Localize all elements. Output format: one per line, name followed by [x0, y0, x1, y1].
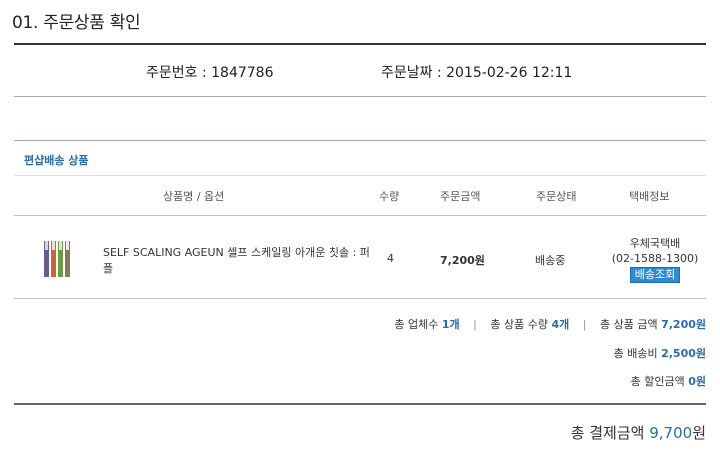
title-divider: [14, 43, 706, 45]
grand-total-unit: 원: [692, 424, 706, 442]
order-date: 주문날짜 : 2015-02-26 12:11: [381, 65, 573, 81]
product-thumbnail[interactable]: [43, 238, 73, 278]
shipping-group-header: 편샵배송 상품: [14, 141, 706, 175]
discount-label: 총 할인금액: [630, 375, 689, 388]
track-delivery-button[interactable]: 배송조회: [629, 267, 681, 283]
shipping-fee-label: 총 배송비: [613, 347, 662, 360]
shipping-fee-value: 2,500원: [661, 347, 706, 360]
total-amount-label: 총 상품 금액: [599, 318, 662, 331]
header-product: 상품명 / 옵션: [163, 190, 225, 203]
total-qty-label: 총 상품 수량: [490, 318, 552, 331]
summary-counts: 총 업체수 1개 | 총 상품 수량 4개 | 총 상품 금액 7,200원: [394, 316, 706, 332]
header-delivery: 택배정보: [629, 190, 670, 203]
discount-value: 0원: [688, 375, 706, 388]
table-bottom-divider: [14, 298, 706, 299]
product-price: 7,200원: [440, 254, 485, 267]
section-title: 01. 주문상품 확인: [12, 13, 141, 33]
grand-total-divider: [14, 403, 706, 405]
summary-separator: |: [473, 318, 477, 331]
shipping-group-title: 편샵배송 상품: [24, 154, 89, 167]
header-price: 주문금액: [440, 190, 481, 203]
summary-separator: |: [582, 318, 587, 331]
carrier-name: 우체국택배: [629, 237, 681, 250]
order-status: 배송중: [535, 254, 566, 267]
grand-total-value: 9,700: [649, 424, 693, 442]
shipping-group-divider: [14, 175, 706, 176]
order-number: 주문번호 : 1847786: [146, 65, 274, 81]
order-info-divider: [14, 96, 706, 97]
header-qty: 수량: [379, 190, 400, 203]
product-name-link[interactable]: SELF SCALING AGEUN 셀프 스케일링 아개운 칫솔 : 퍼플: [103, 245, 378, 277]
grand-total-label: 총 결제금액: [570, 424, 650, 442]
vendor-count-value: 1개: [441, 318, 460, 331]
vendor-count-label: 총 업체수: [394, 318, 442, 331]
header-status: 주문상태: [536, 190, 577, 203]
product-qty: 4: [387, 252, 394, 265]
summary-shipping: 총 배송비 2,500원: [614, 345, 706, 361]
carrier-phone: (02-1588-1300): [611, 252, 699, 265]
total-qty-value: 4개: [551, 318, 570, 331]
delivery-info: 우체국택배 (02-1588-1300) 배송조회: [600, 236, 710, 283]
total-amount-value: 7,200원: [661, 318, 706, 331]
summary-discount: 총 할인금액 0원: [631, 373, 706, 389]
grand-total: 총 결제금액 9,700원: [571, 422, 706, 443]
